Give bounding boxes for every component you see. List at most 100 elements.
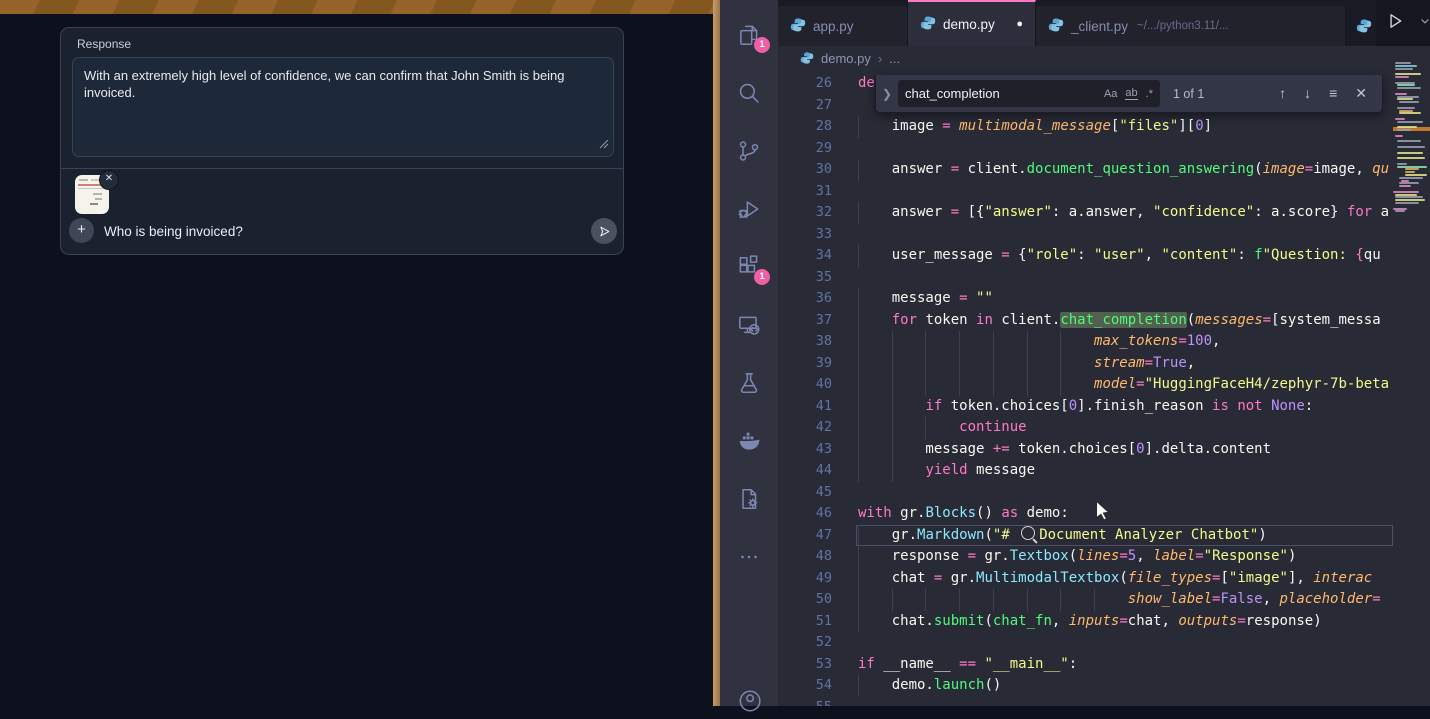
minimap[interactable] [1393,46,1430,706]
code-line-30[interactable]: 30 answer = client.document_question_ans… [778,159,1393,181]
activity-item-search-icon[interactable] [736,80,762,106]
tab-app.py[interactable]: app.py [778,6,908,46]
line-text: chat.submit(chat_fn, inputs=chat, output… [856,611,1393,633]
code-line-49[interactable]: 49 chat = gr.MultimodalTextbox(file_type… [778,568,1393,590]
send-button[interactable] [591,218,617,244]
window-divider[interactable] [713,0,720,706]
code-line-52[interactable]: 52 [778,632,1393,654]
line-number: 29 [778,138,856,160]
activity-item-explorer-icon[interactable]: 1 [736,22,762,48]
add-file-button[interactable]: + [69,218,94,243]
line-number: 55 [778,697,856,707]
find-query[interactable]: chat_completion [905,86,1096,101]
tab-label: _client.py [1071,19,1128,34]
code-line-44[interactable]: 44 yield message [778,460,1393,482]
tab-label: demo.py [943,17,995,32]
code-line-51[interactable]: 51 chat.submit(chat_fn, inputs=chat, out… [778,611,1393,633]
tab-demo.py[interactable]: demo.py ● [908,0,1036,46]
code-line-33[interactable]: 33 [778,224,1393,246]
line-text [856,697,1393,707]
activity-item-task-file-icon[interactable] [736,486,762,512]
gradio-form-panel: Response With an extremely high level of… [60,27,624,255]
line-number: 52 [778,632,856,654]
code-line-43[interactable]: 43 message += token.choices[0].delta.con… [778,439,1393,461]
line-text [856,482,1393,504]
activity-item-docker-icon[interactable] [736,428,762,454]
line-number: 45 [778,482,856,504]
tab-description: ~/.../python3.11/... [1137,20,1229,32]
tab-partial[interactable] [1346,6,1376,46]
tab-_client.py[interactable]: _client.py ~/.../python3.11/... [1036,6,1346,46]
line-text: message += token.choices[0].delta.conten… [856,439,1393,461]
response-label: Response [77,37,131,51]
response-textarea[interactable]: With an extremely high level of confiden… [72,57,614,157]
code-line-47[interactable]: 47 gr.Markdown("# Document Analyzer Chat… [778,525,1393,547]
code-line-54[interactable]: 54 demo.launch() [778,675,1393,697]
code-line-29[interactable]: 29 [778,138,1393,160]
remove-attachment-button[interactable]: ✕ [99,170,119,190]
line-text: image = multimodal_message["files"][0] [856,116,1393,138]
toggle-replace-icon[interactable]: ❯ [876,87,898,101]
tab-label: app.py [813,19,854,34]
find-input[interactable]: chat_completion Aa ab .* [898,80,1160,107]
code-line-34[interactable]: 34 user_message = {"role": "user", "cont… [778,245,1393,267]
line-text: chat = gr.MultimodalTextbox(file_types=[… [856,568,1393,590]
code-line-45[interactable]: 45 [778,482,1393,504]
code-line-46[interactable]: 46with gr.Blocks() as demo: [778,503,1393,525]
code-lines: 26def2728 image = multimodal_message["fi… [778,73,1393,706]
find-in-selection-icon[interactable]: ≡ [1329,85,1337,102]
code-line-40[interactable]: 40 model="HuggingFaceH4/zephyr-7b-beta [778,374,1393,396]
breadcrumb-file[interactable]: demo.py [821,51,871,66]
code-line-41[interactable]: 41 if token.choices[0].finish_reason is … [778,396,1393,418]
activity-item-run-debug-icon[interactable] [736,196,762,222]
activity-item-extensions-icon[interactable]: 1 [736,254,762,280]
line-text: demo.launch() [856,675,1393,697]
activity-item-testing-icon[interactable] [736,370,762,396]
code-line-48[interactable]: 48 response = gr.Textbox(lines=5, label=… [778,546,1393,568]
code-line-32[interactable]: 32 answer = [{"answer": a.answer, "confi… [778,202,1393,224]
chevron-down-icon[interactable] [1419,14,1430,32]
breadcrumb[interactable]: demo.py › ... [778,46,1430,70]
code-line-53[interactable]: 53if __name__ == "__main__": [778,654,1393,676]
next-match-icon[interactable]: ↓ [1304,85,1311,102]
activity-item-more-icon[interactable] [736,544,762,570]
line-number: 30 [778,159,856,181]
code-line-35[interactable]: 35 [778,267,1393,289]
line-number: 40 [778,374,856,396]
line-number: 28 [778,116,856,138]
code-line-36[interactable]: 36 message = "" [778,288,1393,310]
run-icon[interactable] [1386,12,1404,35]
find-nav: ↑ ↓ ≡ ✕ [1279,85,1382,102]
code-line-55[interactable]: 55 [778,697,1393,707]
code-line-28[interactable]: 28 image = multimodal_message["files"][0… [778,116,1393,138]
activity-item-remote-explorer-icon[interactable] [736,312,762,338]
code-line-42[interactable]: 42 continue [778,417,1393,439]
modified-dot-icon[interactable]: ● [1016,18,1023,30]
chat-input-text[interactable]: Who is being invoiced? [104,224,243,239]
activity-item-source-control-icon[interactable] [736,138,762,164]
activity-item-account-icon[interactable] [736,688,762,714]
resize-handle-icon[interactable] [599,136,609,153]
code-line-38[interactable]: 38 max_tokens=100, [778,331,1393,353]
whole-word-icon[interactable]: ab [1125,87,1137,100]
line-text: model="HuggingFaceH4/zephyr-7b-beta [856,374,1393,396]
python-file-icon [920,15,936,34]
line-number: 49 [778,568,856,590]
code-line-39[interactable]: 39 stream=True, [778,353,1393,375]
close-find-icon[interactable]: ✕ [1355,85,1367,102]
previous-match-icon[interactable]: ↑ [1279,85,1286,102]
line-text: continue [856,417,1393,439]
regex-icon[interactable]: .* [1146,88,1153,100]
line-number: 48 [778,546,856,568]
editor-area: app.py demo.py ● _client.py ~/.../python3.11… [778,0,1430,706]
vscode-window: 11 app.pydemo.py●_client.py~/.../python3… [720,0,1430,706]
activity-bar: 11 [720,0,778,706]
code-line-37[interactable]: 37 for token in client.chat_completion(m… [778,310,1393,332]
breadcrumb-symbol[interactable]: ... [889,51,900,66]
response-text: With an extremely high level of confiden… [84,68,565,100]
panel-divider [61,168,623,169]
code-line-31[interactable]: 31 [778,181,1393,203]
line-number: 38 [778,331,856,353]
code-line-50[interactable]: 50 show_label=False, placeholder= [778,589,1393,611]
match-case-icon[interactable]: Aa [1104,88,1117,100]
